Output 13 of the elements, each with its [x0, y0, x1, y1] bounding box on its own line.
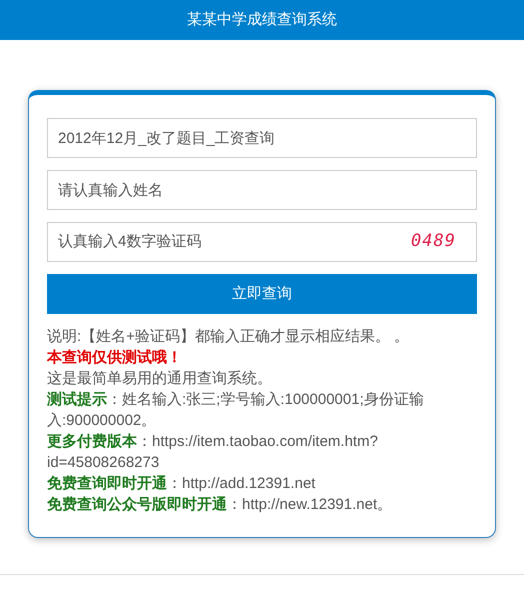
- note-text: 更多付费版本：https://item.taobao.com/item.htm?id=45808268273: [47, 432, 379, 473]
- page-title: 某某中学成绩查询系统: [187, 10, 337, 30]
- note-text: 免费查询公众号版即时开通：http://new.12391.net。: [47, 495, 394, 515]
- note-text: 说明:【姓名+验证码】都输入正确才显示相应结果。 。: [47, 327, 410, 347]
- captcha-image[interactable]: 0489: [411, 229, 456, 255]
- warning-text: 本查询仅供测试哦！: [47, 348, 183, 368]
- note-text: 免费查询即时开通：http://add.12391.net: [47, 474, 316, 494]
- captcha-input[interactable]: 认真输入4数字验证码 0489: [47, 222, 477, 262]
- note-text: 这是最简单易用的通用查询系统。: [47, 369, 273, 389]
- note-text: 测试提示：姓名输入:张三;学号输入:100000001;身份证输入:900000002。: [47, 390, 425, 431]
- name-input[interactable]: 请认真输入姓名: [47, 170, 477, 210]
- submit-button[interactable]: 立即查询: [47, 274, 477, 314]
- select-field[interactable]: 2012年12月_改了题目_工资查询: [47, 118, 477, 158]
